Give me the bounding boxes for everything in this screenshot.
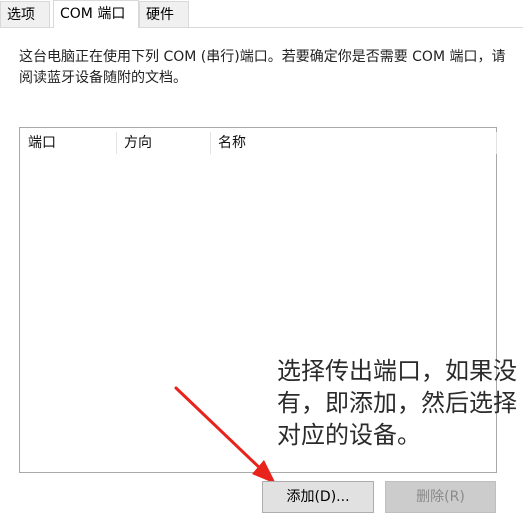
red-arrow-icon — [174, 386, 276, 484]
remove-button[interactable]: 删除(R) — [385, 481, 496, 513]
tab-com-ports[interactable]: COM 端口 — [53, 0, 139, 28]
add-button[interactable]: 添加(D)... — [262, 481, 374, 513]
